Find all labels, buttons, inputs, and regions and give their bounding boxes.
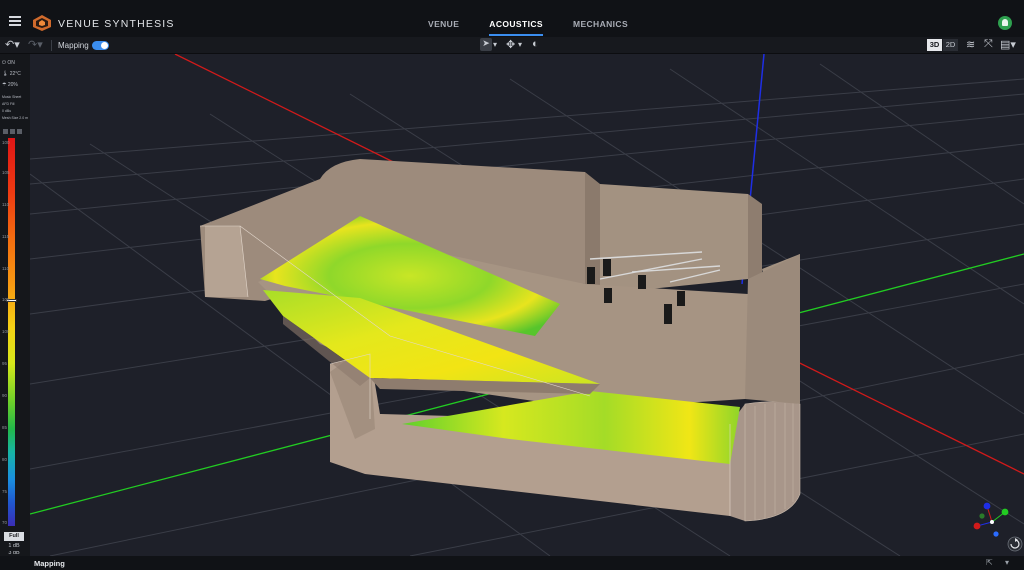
scale-tick: 100 <box>2 329 10 334</box>
venue-walls <box>200 159 801 522</box>
left-panel: ⏻ ON 🌡 22°C ☂ 20% Music Sheet AFD Fill 0… <box>0 54 30 556</box>
panel-layout-icon[interactable]: ▤▾ <box>1000 38 1016 51</box>
scale-tick: 110 <box>2 266 10 271</box>
info-line: Mesh Size 2.0 m <box>2 116 29 120</box>
scale-tick: 105 <box>2 297 10 302</box>
bell-icon[interactable] <box>998 16 1012 30</box>
scale-tick: 95 <box>2 361 8 366</box>
scale-tick: 105 <box>2 170 10 175</box>
redo-icon[interactable]: ↷▾ <box>28 38 43 51</box>
info-line: AFD Fill <box>2 102 15 106</box>
app-logo-icon <box>33 15 51 31</box>
scale-tick: 70 <box>2 520 8 525</box>
bottom-panel-title[interactable]: Mapping <box>34 559 65 568</box>
reset-view-icon <box>1007 536 1023 552</box>
legend-settings-icon[interactable] <box>17 129 22 134</box>
app-title: VENUE SYNTHESIS <box>58 18 175 30</box>
layers-icon[interactable]: ≋ <box>966 38 975 51</box>
fit-view-icon[interactable]: ⤧ <box>984 38 993 51</box>
venue-scene <box>30 54 1024 556</box>
snap-icon[interactable]: ◐ <box>532 38 539 50</box>
status-power: ⏻ ON <box>2 60 15 66</box>
mapping-label: Mapping <box>58 41 89 50</box>
main-tabs: VENUE ACOUSTICS MECHANICS <box>428 19 658 37</box>
chevron-down-icon[interactable]: ▾ <box>518 40 522 49</box>
resolution-full-button[interactable]: Full <box>4 532 24 541</box>
scale-tick: 85 <box>2 425 8 430</box>
move-icon[interactable]: ✥ <box>506 38 515 51</box>
title-bar: VENUE SYNTHESIS VENUE ACOUSTICS MECHANIC… <box>0 0 1024 37</box>
mapping-toggle[interactable] <box>92 41 109 50</box>
scale-tick: 115 <box>2 234 10 239</box>
undo-icon[interactable]: ↶▾ <box>5 38 20 51</box>
legend-minus-icon[interactable] <box>3 129 8 134</box>
orientation-gizmo <box>973 502 1009 537</box>
cursor-icon[interactable]: ➤ <box>480 38 492 51</box>
tab-venue[interactable]: VENUE <box>428 19 459 37</box>
legend-tools <box>3 129 22 134</box>
info-line: 0 dBu <box>2 109 12 113</box>
3d-viewport[interactable] <box>30 54 1024 556</box>
scale-tick: 110 <box>2 202 10 207</box>
panel-expand-icon[interactable]: ⇱ ▾ <box>986 558 1014 567</box>
tab-acoustics[interactable]: ACOUSTICS <box>489 19 543 37</box>
bottom-bar: Mapping ⇱ ▾ <box>0 556 1024 570</box>
scale-tick: 90 <box>2 393 8 398</box>
scale-tick: 80 <box>2 457 8 462</box>
view-3d-button[interactable]: 3D <box>927 39 942 51</box>
resolution-1db-button[interactable]: 1 dB <box>4 542 24 551</box>
chevron-down-icon[interactable]: ▾ <box>493 40 497 49</box>
info-line: Music Sheet <box>2 95 22 99</box>
toolbar-divider <box>51 40 52 51</box>
status-temperature: 🌡 22°C <box>2 71 21 77</box>
toolbar: ↶▾ ↷▾ Mapping ➤ ▾ ✥ ▾ ◐ 3D 2D ≋ ⤧ ▤▾ <box>0 37 1024 54</box>
legend-grid-icon[interactable] <box>10 129 15 134</box>
scale-tick: 100 <box>2 140 10 145</box>
status-humidity: ☂ 20% <box>2 82 18 88</box>
tab-mechanics[interactable]: MECHANICS <box>573 19 628 37</box>
hamburger-icon[interactable] <box>9 16 21 26</box>
view-2d-button[interactable]: 2D <box>943 39 958 51</box>
scale-tick: 75 <box>2 489 8 494</box>
